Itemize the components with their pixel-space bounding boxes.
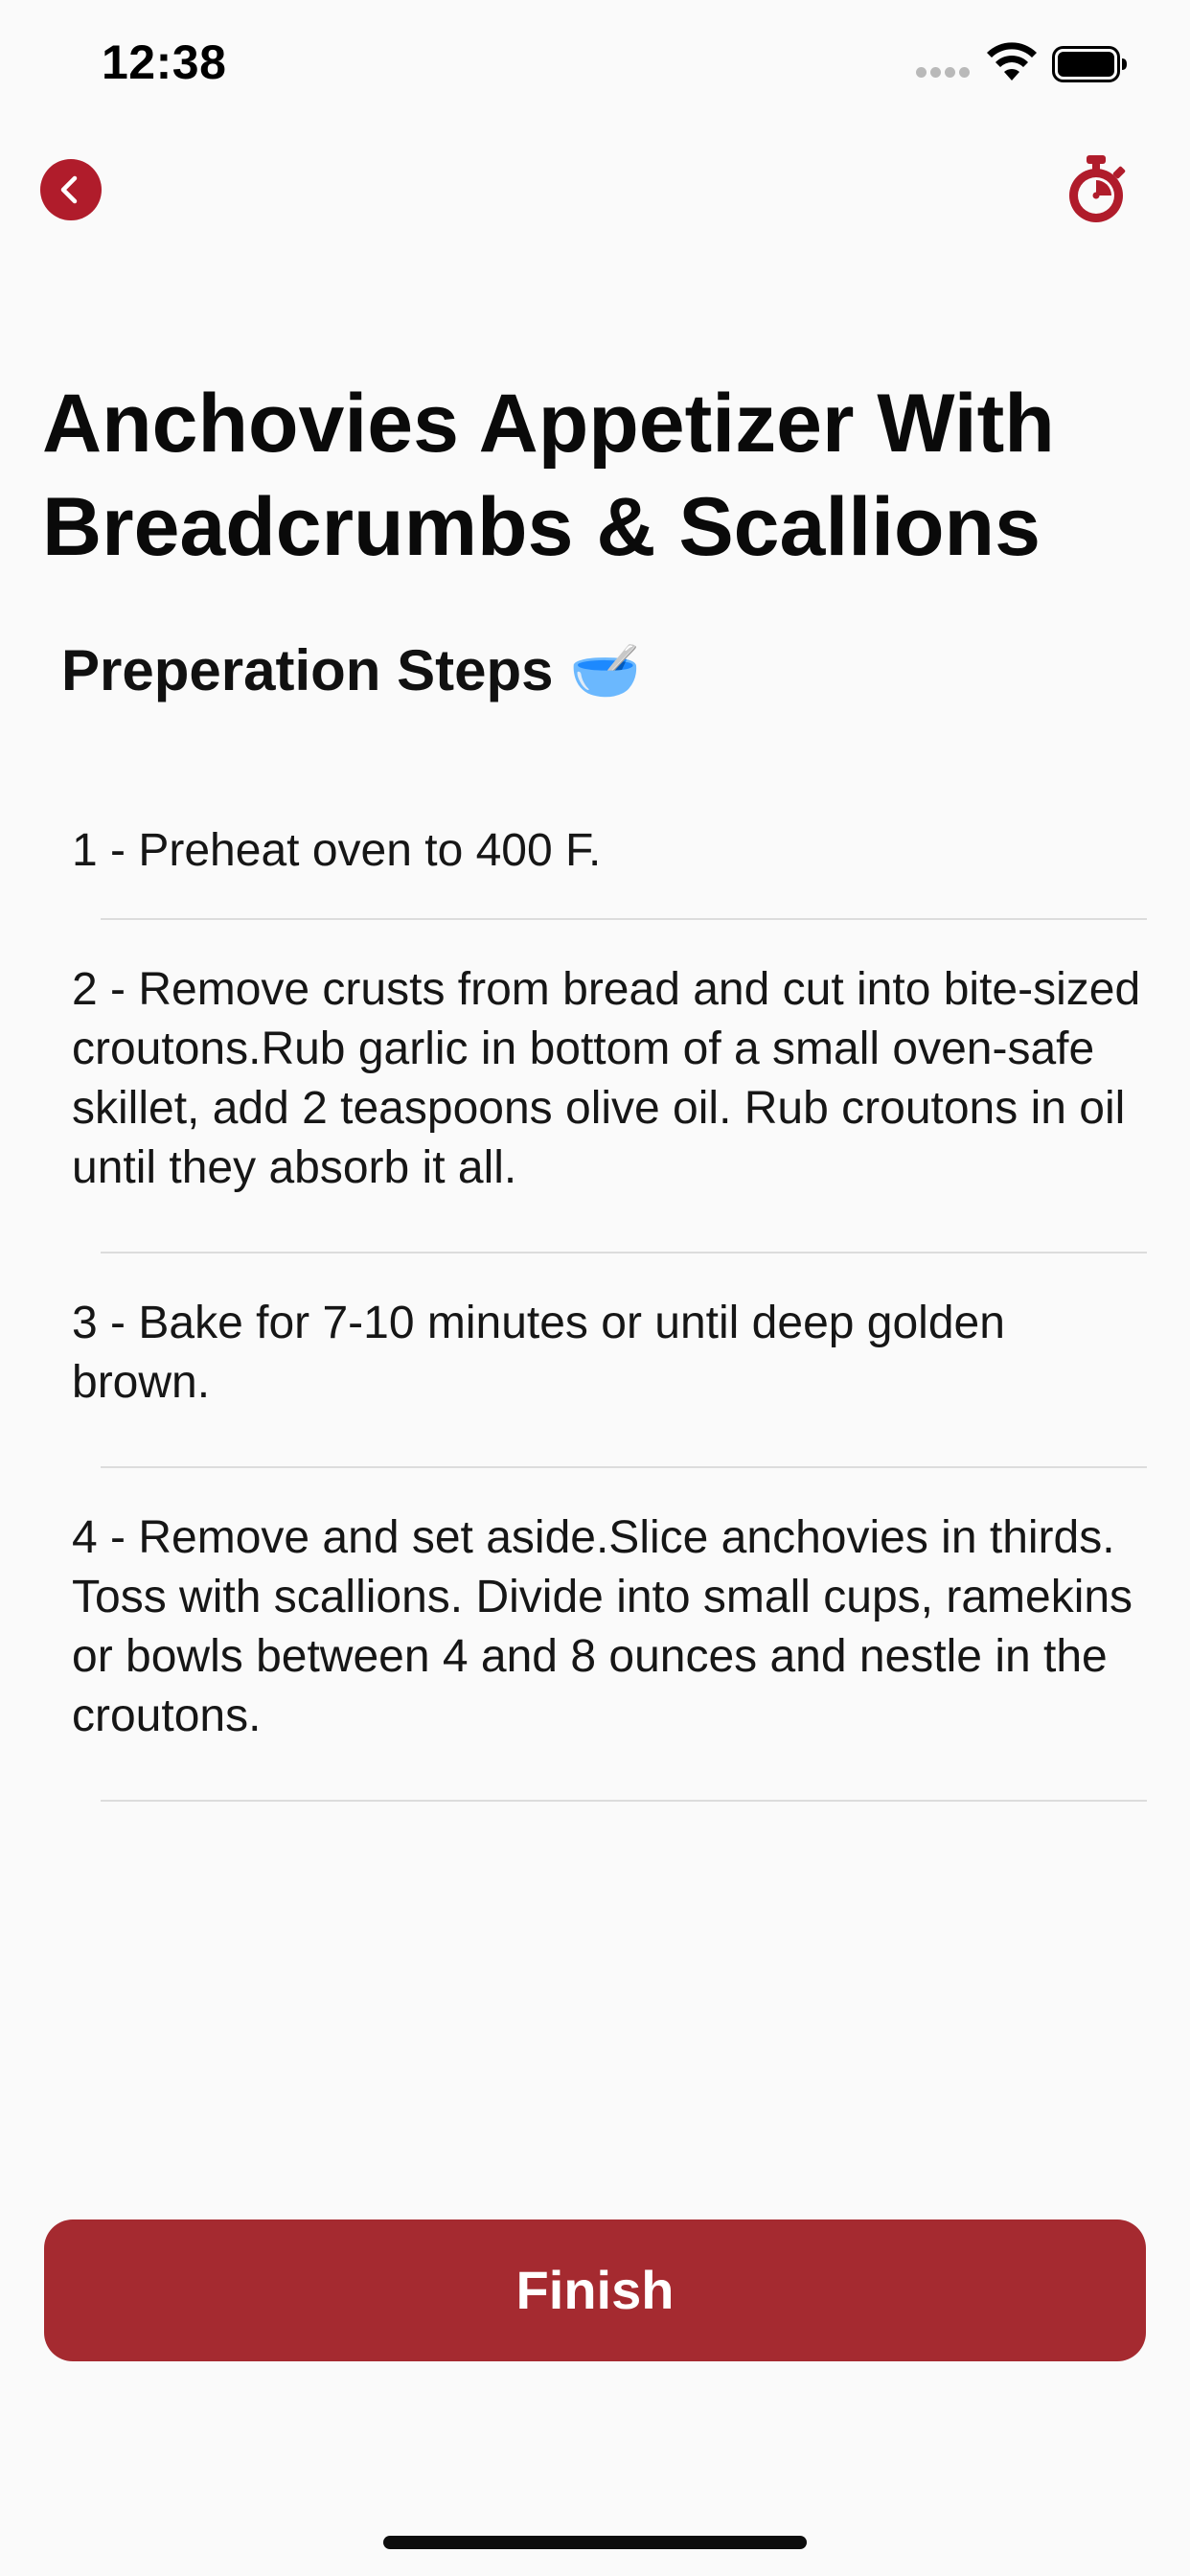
step-text: Remove crusts from bread and cut into bi…: [72, 964, 1141, 1193]
step-separator: -: [97, 1512, 139, 1563]
battery-icon: [1052, 46, 1127, 82]
step-item: 4 - Remove and set aside.Slice anchovies…: [0, 1468, 1190, 1802]
back-button[interactable]: [40, 159, 102, 220]
step-number: 1: [72, 825, 98, 876]
step-item: 1 - Preheat oven to 400 F.: [0, 782, 1190, 920]
step-text: Remove and set aside.Slice anchovies in …: [72, 1512, 1133, 1741]
steps-list: 1 - Preheat oven to 400 F. 2 - Remove cr…: [0, 782, 1190, 1802]
step-item: 2 - Remove crusts from bread and cut int…: [0, 920, 1190, 1254]
timer-button[interactable]: [1060, 153, 1133, 226]
chevron-left-icon: [60, 175, 78, 204]
step-number: 3: [72, 1298, 98, 1348]
step-text: Bake for 7-10 minutes or until deep gold…: [72, 1298, 1005, 1408]
status-time: 12:38: [102, 35, 227, 89]
status-bar: 12:38: [0, 0, 1190, 126]
recipe-title: Anchovies Appetizer With Breadcrumbs & S…: [42, 378, 1055, 573]
step-separator: -: [97, 964, 139, 1015]
step-separator: -: [97, 825, 139, 876]
step-number: 2: [72, 964, 98, 1015]
cellular-signal-icon: [916, 67, 970, 79]
step-item: 3 - Bake for 7-10 minutes or until deep …: [0, 1254, 1190, 1468]
home-indicator[interactable]: [383, 2536, 807, 2549]
step-text: Preheat oven to 400 F.: [138, 825, 602, 876]
step-number: 4: [72, 1512, 98, 1563]
stopwatch-icon: [1069, 155, 1126, 222]
wifi-icon: [987, 42, 1037, 80]
section-heading: Preperation Steps 🥣: [61, 638, 641, 702]
step-separator: -: [97, 1298, 139, 1348]
finish-button[interactable]: Finish: [44, 2220, 1146, 2361]
